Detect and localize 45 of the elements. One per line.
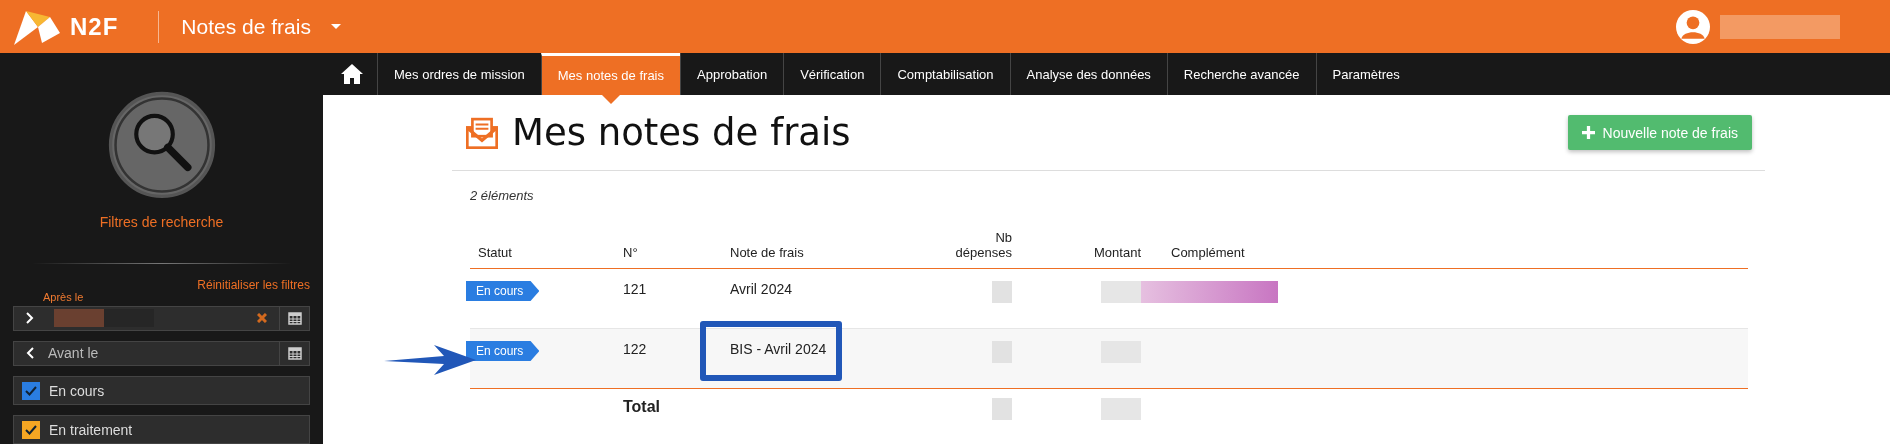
clear-icon[interactable] — [257, 313, 267, 324]
redacted-block — [992, 398, 1012, 420]
date-input[interactable]: Avant le — [46, 344, 279, 363]
nav-tab[interactable]: Analyse des données — [1009, 53, 1167, 95]
chevron-right-icon — [26, 312, 34, 325]
status-filter[interactable]: En cours — [13, 376, 310, 405]
caret-icon[interactable] — [330, 23, 341, 30]
nav-tab[interactable]: Vérification — [783, 53, 881, 95]
column-header[interactable]: Montant — [1073, 245, 1141, 260]
checkbox[interactable] — [22, 381, 40, 400]
redacted-block — [992, 281, 1012, 303]
plus-icon — [1581, 126, 1595, 139]
column-header[interactable]: N° — [623, 245, 730, 260]
column-header[interactable]: Note de frais — [730, 245, 900, 260]
calendar-icon — [287, 311, 302, 326]
nav-tab[interactable]: Recherche avancée — [1166, 53, 1316, 95]
date-field[interactable] — [13, 305, 310, 331]
field-label: Après le — [43, 290, 84, 304]
nav-tab[interactable]: Comptabilisation — [880, 53, 1010, 95]
page-title: Mes notes de frais — [512, 111, 851, 154]
total-label: Total — [623, 398, 661, 415]
date-field[interactable]: Avant le — [13, 340, 310, 366]
nav-tab[interactable]: Approbation — [680, 53, 784, 95]
home-icon[interactable] — [340, 63, 364, 85]
chevron-left-icon — [26, 347, 34, 360]
item-count: 2 éléments — [470, 188, 535, 203]
calendar-icon — [287, 346, 302, 361]
table-cell: 121 — [623, 281, 647, 297]
column-header[interactable]: Statut — [470, 245, 623, 260]
column-header[interactable]: Nb dépenses — [944, 230, 1012, 260]
status-badge: En cours — [466, 281, 540, 301]
status-filter[interactable]: En traitement — [13, 415, 310, 444]
tab-pointer-icon — [601, 95, 620, 104]
redacted-block — [1101, 398, 1141, 420]
column-header[interactable]: Complément — [1141, 245, 1748, 260]
reset-filters-link[interactable]: Réinitialiser les filtres — [197, 277, 310, 292]
checkbox[interactable] — [22, 420, 40, 439]
table-cell: BIS - Avril 2024 — [730, 341, 827, 357]
nav-tab[interactable]: Mes ordres de mission — [377, 53, 541, 95]
user-avatar-icon[interactable] — [1676, 9, 1710, 44]
envelope-icon — [466, 116, 498, 149]
nav-tab[interactable]: Paramètres — [1315, 53, 1416, 95]
filter-title: Filtres de recherche — [99, 213, 224, 230]
table-cell: 122 — [623, 341, 647, 357]
table-cell: Avril 2024 — [730, 281, 792, 297]
